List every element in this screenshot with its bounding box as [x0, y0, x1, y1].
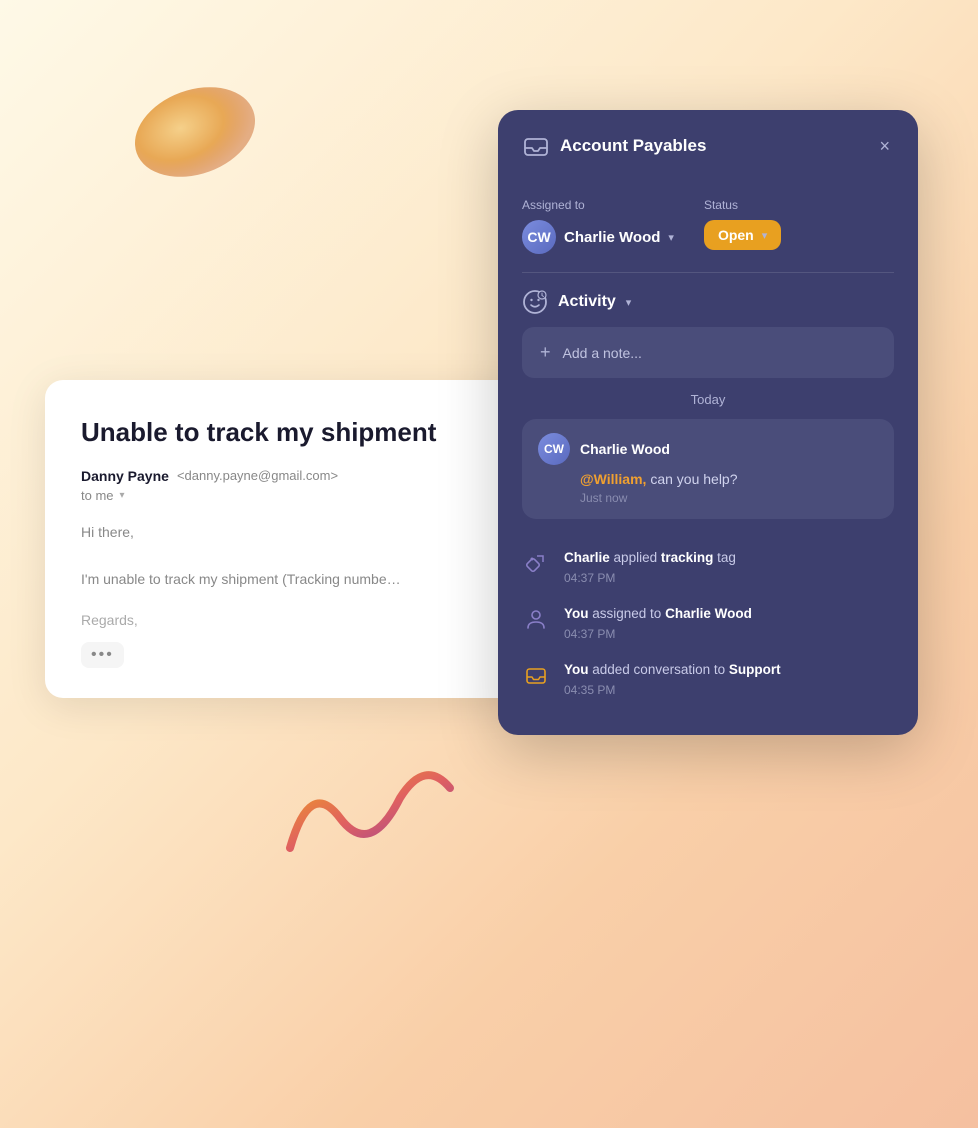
log-actor-1: Charlie: [564, 550, 610, 565]
log-highlight-2: Charlie Wood: [665, 606, 752, 621]
status-chevron-icon: ▾: [762, 229, 768, 242]
tag-icon: [522, 549, 550, 577]
activity-chevron-icon: ▾: [626, 296, 632, 309]
avatar: CW: [522, 220, 556, 254]
email-more-button[interactable]: •••: [81, 642, 124, 668]
sender-name: Danny Payne: [81, 468, 169, 484]
chat-sender-name: Charlie Wood: [580, 441, 670, 457]
email-card: Unable to track my shipment Danny Payne …: [45, 380, 525, 698]
status-col: Status Open ▾: [704, 198, 781, 250]
log-time-2: 04:37 PM: [564, 627, 894, 641]
sender-email: <danny.payne@gmail.com>: [177, 468, 338, 483]
log-content-support: You added conversation to Support 04:35 …: [564, 661, 894, 697]
add-note-text: Add a note...: [563, 345, 642, 361]
email-body: Hi there, I'm unable to track my shipmen…: [81, 521, 489, 592]
log-content-tracking: Charlie applied tracking tag 04:37 PM: [564, 549, 894, 585]
person-icon: [522, 605, 550, 633]
chat-message-rest: can you help?: [650, 471, 737, 487]
chat-bubble: CW Charlie Wood @William, can you help? …: [522, 419, 894, 519]
activity-section-icon: [522, 289, 548, 315]
assigned-to-label: Assigned to: [522, 198, 674, 212]
log-text-support: You added conversation to Support: [564, 661, 894, 680]
email-content: I'm unable to track my shipment (Trackin…: [81, 568, 489, 592]
status-label: Status: [704, 198, 781, 212]
chat-avatar: CW: [538, 433, 570, 465]
chat-time: Just now: [538, 491, 878, 505]
log-actor-2: You: [564, 606, 589, 621]
sender-row: Danny Payne <danny.payne@gmail.com>: [81, 468, 489, 484]
assignee-col: Assigned to CW Charlie Wood ▾: [522, 198, 674, 254]
assignee-name: Charlie Wood: [564, 229, 660, 246]
log-time-1: 04:37 PM: [564, 571, 894, 585]
assignee-chevron-icon: ▾: [668, 231, 674, 244]
inbox-icon: [522, 132, 550, 160]
activity-section: Activity ▾ + Add a note... Today CW Char…: [498, 273, 918, 707]
chat-message: @William, can you help?: [538, 471, 878, 487]
activity-title: Activity: [558, 293, 616, 311]
assignee-button[interactable]: CW Charlie Wood ▾: [522, 220, 674, 254]
log-text-assigned: You assigned to Charlie Wood: [564, 605, 894, 624]
log-actor-3: You: [564, 662, 589, 677]
log-highlight-1: tracking: [661, 550, 714, 565]
panel-header-left: Account Payables: [522, 132, 706, 160]
inbox-log-icon: [522, 661, 550, 689]
log-action-2: assigned to: [592, 606, 665, 621]
email-greeting: Hi there,: [81, 521, 489, 545]
blob-decoration: [130, 80, 260, 180]
close-button[interactable]: ×: [875, 134, 894, 159]
status-value: Open: [718, 227, 754, 243]
to-label: to me: [81, 488, 114, 503]
today-label: Today: [522, 392, 894, 407]
log-item-support: You added conversation to Support 04:35 …: [522, 651, 894, 707]
squiggle-decoration: [270, 758, 470, 878]
add-note-button[interactable]: + Add a note...: [522, 327, 894, 378]
activity-panel: Account Payables × Assigned to CW Charli…: [498, 110, 918, 735]
log-suffix-1: tag: [717, 550, 736, 565]
panel-header: Account Payables ×: [498, 110, 918, 178]
email-subject: Unable to track my shipment: [81, 416, 489, 450]
log-item-tracking: Charlie applied tracking tag 04:37 PM: [522, 539, 894, 595]
log-highlight-3: Support: [729, 662, 781, 677]
meta-row: Assigned to CW Charlie Wood ▾ Status Ope…: [498, 178, 918, 272]
to-row: to me ▾: [81, 488, 489, 503]
log-time-3: 04:35 PM: [564, 683, 894, 697]
log-item-assigned: You assigned to Charlie Wood 04:37 PM: [522, 595, 894, 651]
chat-header: CW Charlie Wood: [538, 433, 878, 465]
email-regards: Regards,: [81, 612, 489, 628]
log-text-tracking: Charlie applied tracking tag: [564, 549, 894, 568]
log-action-1: applied: [614, 550, 661, 565]
status-button[interactable]: Open ▾: [704, 220, 781, 250]
to-chevron-icon: ▾: [120, 490, 125, 501]
add-note-plus-icon: +: [540, 342, 551, 363]
panel-title: Account Payables: [560, 136, 706, 156]
log-action-3: added conversation to: [592, 662, 729, 677]
chat-mention: @William,: [580, 471, 646, 487]
log-content-assigned: You assigned to Charlie Wood 04:37 PM: [564, 605, 894, 641]
activity-header: Activity ▾: [522, 273, 894, 327]
